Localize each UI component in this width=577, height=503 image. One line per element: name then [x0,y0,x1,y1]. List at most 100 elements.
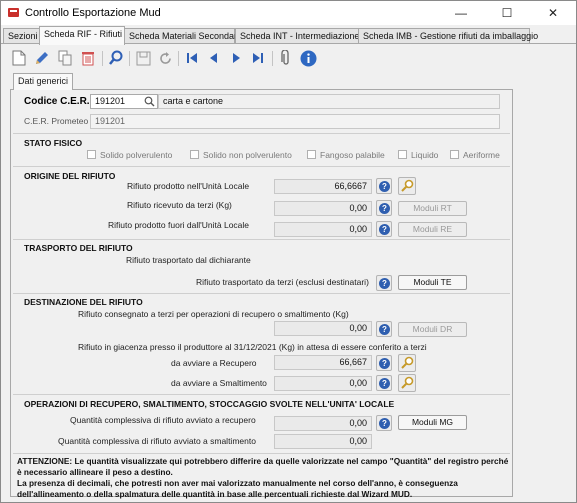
attachment-icon[interactable] [277,49,295,67]
trasporto-terzi-label: Rifiuto trasportato da terzi (esclusi de… [196,277,369,287]
checkbox-label: Solido non polverulento [203,150,292,160]
lookup-button[interactable] [398,374,416,392]
help-button[interactable]: ? [376,200,392,216]
help-icon: ? [379,418,390,429]
lookup-button[interactable] [398,177,416,195]
moduli-rt-button[interactable]: Moduli RT [398,201,467,216]
edit-icon[interactable] [33,49,51,67]
checkbox-label: Aeriforme [463,150,500,160]
magnifier-icon [401,356,414,369]
checkbox-solido-non-polverulento[interactable]: Solido non polverulento [190,150,292,160]
section-divider [13,166,510,167]
help-button[interactable]: ? [376,321,392,337]
checkbox-label: Liquido [411,150,439,160]
toolbar [1,45,576,71]
close-button[interactable]: ✕ [530,1,576,25]
section-divider [13,239,510,240]
section-divider [13,394,510,395]
tab-sezioni[interactable]: Sezioni [3,28,40,44]
delete-icon[interactable] [79,49,97,67]
help-button[interactable]: ? [376,375,392,391]
cer-prometeo-label: C.E.R. Prometeo [24,116,89,126]
section-divider [13,133,510,134]
operazioni-smaltimento-value: 0,00 [274,434,372,449]
tab-dati-generici[interactable]: Dati generici [13,73,73,90]
tab-imballaggio[interactable]: Scheda IMB - Gestione rifiuti da imballa… [358,28,538,44]
operazioni-title: OPERAZIONI DI RECUPERO, SMALTIMENTO, STO… [24,399,395,409]
checkbox-box[interactable] [307,150,316,159]
giacenza-recupero-label: da avviare a Recupero [171,358,257,368]
operazioni-recupero-value: 0,00 [274,416,372,431]
search-icon[interactable] [107,49,125,67]
help-button[interactable]: ? [376,275,392,291]
help-button[interactable]: ? [376,415,392,431]
warning-message: ATTENZIONE: Le quantità visualizzate qui… [17,456,509,499]
window-title: Controllo Esportazione Mud [25,7,161,19]
moduli-te-button[interactable]: Moduli TE [398,275,467,290]
toolbar-separator [102,51,103,66]
app-window: Controllo Esportazione Mud — ☐ ✕ Sezioni… [0,0,577,503]
stato-fisico-title: STATO FISICO [24,138,83,148]
help-button[interactable]: ? [376,355,392,371]
cer-label: Codice C.E.R. [24,96,90,107]
checkbox-fangoso-palabile[interactable]: Fangoso palabile [307,150,385,160]
trasporto-dichiarante-label: Rifiuto trasportato dal dichiarante [126,255,251,265]
magnifier-icon [401,376,414,389]
help-icon: ? [379,203,390,214]
help-icon: ? [379,358,390,369]
help-button[interactable]: ? [376,221,392,237]
toolbar-separator [272,51,273,66]
moduli-re-button[interactable]: Moduli RE [398,222,467,237]
help-icon: ? [379,378,390,389]
checkbox-label: Fangoso palabile [320,150,385,160]
origine-fuori-value: 0,00 [274,222,372,237]
checkbox-box[interactable] [87,150,96,159]
help-icon: ? [379,278,390,289]
origine-ricevuto-value: 0,00 [274,201,372,216]
giacenza-recupero-value: 66,667 [274,355,372,370]
moduli-dr-button[interactable]: Moduli DR [398,322,467,337]
first-record-icon[interactable] [183,49,201,67]
cer-prometeo-field: 191201 [90,114,500,129]
help-icon: ? [379,181,390,192]
moduli-mg-button[interactable]: Moduli MG [398,415,467,430]
main-tabs: Sezioni Scheda RIF - Rifiuti Scheda Mate… [1,26,576,45]
minimize-button[interactable]: — [438,1,484,25]
checkbox-liquido[interactable]: Liquido [398,150,438,160]
giacenza-smaltimento-value: 0,00 [274,376,372,391]
lookup-button[interactable] [398,354,416,372]
giacenza-smaltimento-label: da avviare a Smaltimento [171,378,267,388]
origine-prodotto-value: 66,6667 [274,179,372,194]
checkbox-box[interactable] [450,150,459,159]
origine-fuori-label: Rifiuto prodotto fuori dall'Unità Locale [108,220,250,230]
toolbar-separator [178,51,179,66]
previous-record-icon[interactable] [205,49,223,67]
checkbox-box[interactable] [398,150,407,159]
new-document-icon[interactable] [10,49,28,67]
destinazione-giacenza-label: Rifiuto in giacenza presso il produttore… [78,342,427,352]
copy-icon[interactable] [56,49,74,67]
save-icon[interactable] [134,49,152,67]
destinazione-consegnato-value: 0,00 [274,321,372,336]
cer-description-field: carta e cartone [158,94,500,109]
trasporto-dichiarante-value [274,261,372,276]
next-record-icon[interactable] [227,49,245,67]
info-icon[interactable] [299,49,317,67]
title-bar: Controllo Esportazione Mud — ☐ ✕ [1,1,576,25]
last-record-icon[interactable] [249,49,267,67]
origine-prodotto-label: Rifiuto prodotto nell'Unità Locale [127,181,250,191]
checkbox-aeriforme[interactable]: Aeriforme [450,150,500,160]
checkbox-solido-polverulento[interactable]: Solido polverulento [87,150,172,160]
refresh-icon[interactable] [156,49,174,67]
tab-scheda-rif[interactable]: Scheda RIF - Rifiuti [39,26,125,45]
tab-intermediazione[interactable]: Scheda INT - Intermediazione [235,28,359,44]
tab-materiali-secondari[interactable]: Scheda Materiali Secondari [124,28,239,44]
checkbox-box[interactable] [190,150,199,159]
section-divider [13,293,510,294]
operazioni-smaltimento-label: Quantità complessiva di rifiuto avviato … [58,436,256,446]
destinazione-title: DESTINAZIONE DEL RIFIUTO [24,297,143,307]
help-button[interactable]: ? [376,178,392,194]
search-icon[interactable] [144,96,156,108]
origine-title: ORIGINE DEL RIFIUTO [24,171,116,181]
maximize-button[interactable]: ☐ [484,1,530,25]
